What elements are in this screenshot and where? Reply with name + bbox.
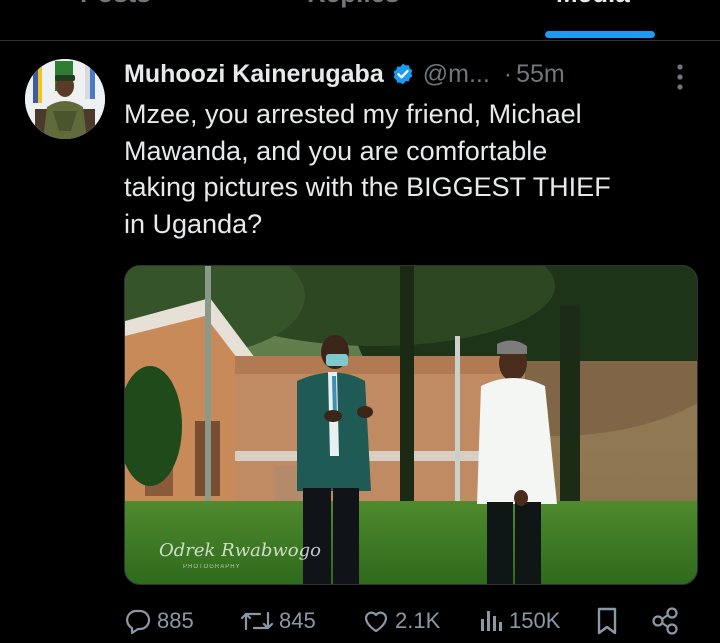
reply-count: 885 [157, 608, 194, 633]
avatar-image [25, 59, 105, 139]
tweet-header: Muhoozi Kainerugaba @m... · 55m [124, 56, 565, 92]
tweet-timestamp[interactable]: 55m [516, 60, 565, 89]
repost-icon [240, 611, 274, 631]
photo-two-men-on-lawn: Odrek Rwabwogo PHOTOGRAPHY [125, 266, 697, 584]
author-handle[interactable]: @m... [423, 60, 490, 89]
share-icon [652, 607, 678, 635]
like-count: 2.1K [395, 608, 441, 633]
views-button[interactable]: 150K [478, 602, 560, 640]
more-vertical-icon[interactable] [670, 62, 690, 92]
views-icon [481, 611, 502, 631]
avatar[interactable] [25, 59, 105, 139]
verified-badge-icon [393, 63, 413, 85]
author-name[interactable]: Muhoozi Kainerugaba [124, 60, 384, 89]
image-watermark-subtext: PHOTOGRAPHY [183, 564, 241, 570]
tweet-action-bar: 885 845 2.1K 150K [124, 602, 696, 640]
tweet-text-line: Mawanda, and you are comfortable [124, 135, 548, 166]
tweet-text-line: Mzee, you arrested my friend, Michael [124, 99, 582, 129]
tweet-media-image[interactable]: Odrek Rwabwogo PHOTOGRAPHY [124, 265, 698, 585]
reply-icon [126, 609, 151, 635]
profile-tabs: Posts Replies Media [0, 0, 720, 41]
bookmark-icon [597, 607, 617, 635]
bookmark-button[interactable] [594, 602, 625, 640]
like-button[interactable]: 2.1K [362, 602, 440, 640]
repost-count: 845 [279, 608, 316, 633]
tab-posts[interactable]: Posts [80, 0, 151, 9]
tab-media[interactable]: Media [556, 0, 630, 9]
tweet-text-line: in Uganda? [124, 208, 263, 239]
heart-icon [364, 611, 388, 633]
reply-button[interactable]: 885 [124, 602, 194, 640]
tweet-text-line: taking pictures with the BIGGEST THIEF [124, 172, 611, 202]
share-button[interactable] [650, 602, 685, 640]
tab-replies[interactable]: Replies [307, 0, 400, 9]
header-separator: · [503, 59, 513, 88]
active-tab-indicator [545, 31, 655, 38]
image-watermark-text: Odrek Rwabwogo [159, 540, 321, 561]
views-count: 150K [509, 608, 561, 633]
repost-button[interactable]: 845 [240, 602, 316, 640]
tweet-text: Mzee, you arrested my friend, Michael Ma… [124, 96, 704, 242]
